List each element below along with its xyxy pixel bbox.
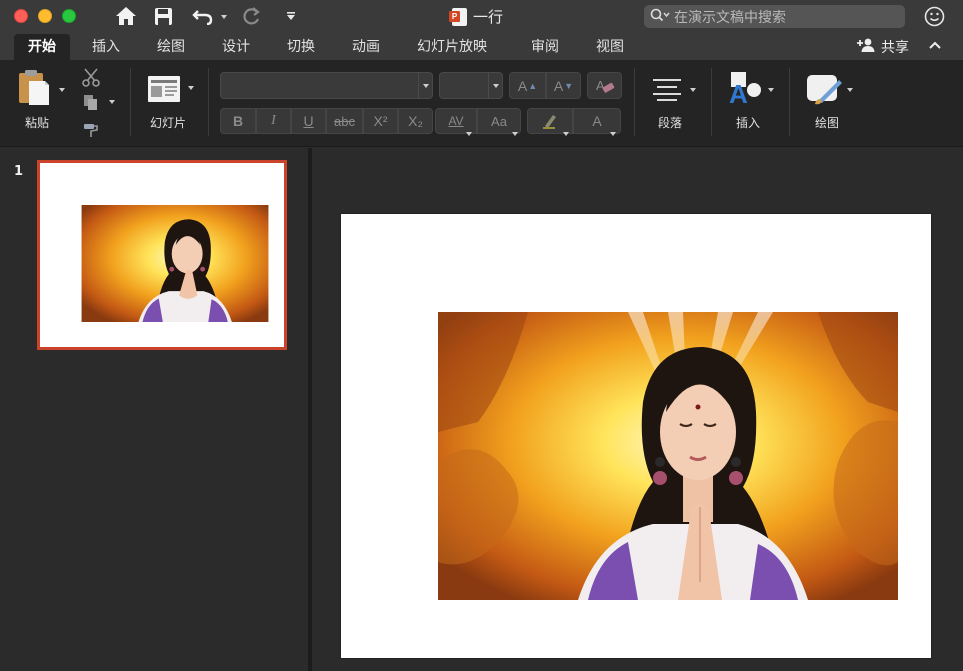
font-color-button[interactable]: A	[573, 108, 621, 134]
close-window-button[interactable]	[14, 9, 28, 23]
home-icon[interactable]	[114, 5, 138, 27]
copy-icon[interactable]	[80, 92, 102, 112]
paste-dropdown-icon[interactable]	[59, 88, 65, 92]
change-case-label: Aa	[491, 113, 507, 129]
collapse-ribbon-icon[interactable]	[928, 37, 942, 56]
highlighter-icon	[543, 115, 556, 129]
paste-icon[interactable]	[16, 68, 52, 108]
search-input[interactable]: 在演示文稿中搜索	[674, 7, 786, 27]
subscript-button[interactable]: X₂	[398, 108, 433, 134]
up-arrow-icon: ▲	[528, 80, 538, 91]
minimize-window-button[interactable]	[38, 9, 52, 23]
clear-formatting-button[interactable]: A	[587, 72, 622, 99]
undo-dropdown-icon[interactable]	[221, 15, 227, 19]
ribbon-separator	[789, 68, 790, 136]
slides-label: 幻灯片	[150, 116, 187, 130]
redo-icon[interactable]	[240, 5, 264, 27]
increase-font-size-button[interactable]: A ▲	[509, 72, 546, 99]
paragraph-label: 段落	[658, 116, 683, 130]
draw-dropdown-icon[interactable]	[847, 88, 853, 92]
increase-font-label: A	[517, 77, 528, 94]
down-arrow-icon: ▼	[564, 80, 574, 91]
search-box[interactable]: 在演示文稿中搜索	[644, 5, 905, 28]
italic-button[interactable]: I	[256, 108, 291, 134]
tab-design[interactable]: 设计	[222, 34, 250, 60]
slide-thumbnail[interactable]	[40, 163, 284, 347]
ribbon-separator	[711, 68, 712, 136]
ribbon-tabs: 开始 插入 绘图 设计 切换 动画 幻灯片放映 审阅 视图 共享	[0, 34, 963, 60]
change-case-button[interactable]: Aa	[477, 108, 521, 134]
character-spacing-button[interactable]: AV	[435, 108, 477, 134]
insert-shapes-icon[interactable]: A	[726, 70, 764, 106]
new-slide-icon[interactable]	[146, 74, 182, 104]
paragraph-dropdown-icon[interactable]	[690, 88, 696, 92]
ribbon-separator	[208, 68, 209, 136]
decrease-font-label: A	[553, 77, 564, 94]
tab-review[interactable]: 审阅	[531, 34, 559, 60]
tab-view[interactable]: 视图	[596, 34, 624, 60]
superscript-button[interactable]: X²	[363, 108, 398, 134]
title-bar: 一行 在演示文稿中搜索	[0, 0, 963, 34]
add-person-icon	[856, 37, 876, 57]
powerpoint-doc-icon	[449, 7, 467, 26]
svg-text:A: A	[596, 78, 605, 93]
cut-icon[interactable]	[80, 67, 102, 87]
ribbon: 粘贴 幻灯片 A ▲ A ▼ A B I U abc X² X₂ AV Aa A…	[0, 60, 963, 147]
slide-picture[interactable]	[438, 312, 898, 600]
format-painter-icon[interactable]	[80, 120, 102, 140]
undo-icon[interactable]	[191, 5, 215, 27]
customize-toolbar-icon[interactable]	[284, 5, 298, 27]
share-label: 共享	[881, 40, 909, 56]
strikethrough-button[interactable]: abc	[326, 108, 363, 134]
draw-brush-icon[interactable]	[804, 72, 844, 106]
paste-label: 粘贴	[25, 116, 50, 130]
slide-number: 1	[14, 164, 24, 179]
new-slide-dropdown-icon[interactable]	[188, 86, 194, 90]
char-spacing-dropdown-icon[interactable]	[466, 132, 472, 136]
feedback-smiley-icon[interactable]	[924, 6, 945, 31]
insert-label: 插入	[736, 116, 761, 130]
maximize-window-button[interactable]	[62, 9, 76, 23]
insert-dropdown-icon[interactable]	[768, 88, 774, 92]
highlight-dropdown-icon[interactable]	[563, 132, 569, 136]
tab-insert[interactable]: 插入	[92, 34, 120, 60]
highlight-button[interactable]	[527, 108, 573, 134]
font-color-label: A	[592, 113, 602, 129]
tab-home[interactable]: 开始	[14, 34, 70, 60]
draw-label: 绘图	[815, 116, 840, 130]
clear-formatting-icon: A	[596, 78, 614, 93]
font-name-select[interactable]	[220, 72, 433, 99]
decrease-font-size-button[interactable]: A ▼	[546, 72, 581, 99]
underline-button[interactable]: U	[291, 108, 326, 134]
char-spacing-label: AV	[448, 114, 464, 128]
bold-button[interactable]: B	[220, 108, 256, 134]
tab-draw[interactable]: 绘图	[157, 34, 185, 60]
ribbon-separator	[130, 68, 131, 136]
search-icon	[650, 7, 670, 26]
current-slide[interactable]	[341, 214, 931, 658]
tab-slide-show[interactable]: 幻灯片放映	[417, 34, 487, 60]
document-title: 一行	[473, 8, 504, 26]
share-button[interactable]: 共享	[856, 37, 909, 57]
font-color-dropdown-icon[interactable]	[610, 132, 616, 136]
paragraph-align-icon[interactable]	[650, 74, 684, 104]
copy-dropdown-icon[interactable]	[109, 100, 115, 104]
font-size-select[interactable]	[439, 72, 503, 99]
thumbnail-picture	[81, 205, 269, 322]
change-case-dropdown-icon[interactable]	[512, 132, 518, 136]
ribbon-separator	[634, 68, 635, 136]
save-icon[interactable]	[152, 5, 174, 27]
tab-transitions[interactable]: 切换	[287, 34, 315, 60]
svg-text:A: A	[729, 79, 748, 106]
tab-animations[interactable]: 动画	[352, 34, 380, 60]
